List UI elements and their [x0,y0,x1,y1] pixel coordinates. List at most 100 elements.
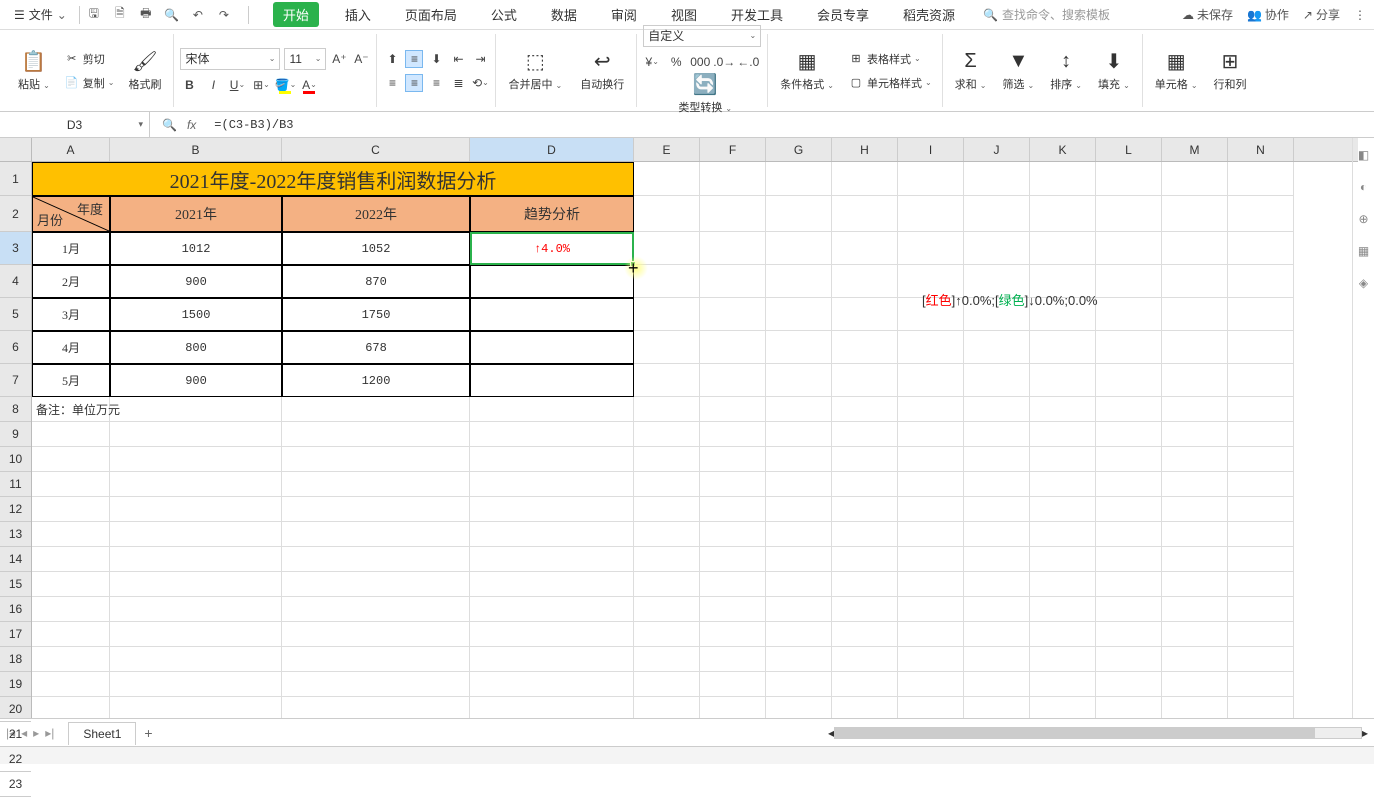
search-command[interactable]: 🔍 查找命令、搜索模板 [983,6,1110,23]
align-top-icon[interactable]: ⬆ [383,50,401,68]
cell[interactable] [832,298,898,331]
cell[interactable] [700,447,766,472]
cell[interactable] [766,647,832,672]
row-header[interactable]: 12 [0,497,31,522]
cell[interactable] [1030,522,1096,547]
cell[interactable] [1162,597,1228,622]
cell[interactable] [1162,697,1228,718]
file-menu[interactable]: ☰文件⌄ [8,4,73,25]
cell[interactable] [700,622,766,647]
cell[interactable] [32,547,110,572]
cell[interactable] [1228,622,1294,647]
cell[interactable] [634,672,700,697]
cell[interactable]: 备注：单位万元 [32,397,110,422]
cell[interactable] [766,697,832,718]
row-header[interactable]: 1 [0,162,31,196]
cell[interactable] [832,447,898,472]
row-header[interactable]: 22 [0,747,31,772]
cell[interactable] [1096,497,1162,522]
col-header-l[interactable]: L [1096,138,1162,161]
cell[interactable] [110,622,282,647]
cell[interactable] [1030,597,1096,622]
font-name-select[interactable]: 宋体⌄ [180,48,280,70]
grid[interactable]: 2021年度-2022年度销售利润数据分析年度月份2021年2022年趋势分析1… [32,162,1358,718]
col-header-j[interactable]: J [964,138,1030,161]
cell[interactable] [634,647,700,672]
cell[interactable] [1096,472,1162,497]
redo-icon[interactable]: ↷ [216,7,232,23]
cell[interactable] [32,672,110,697]
col-header-i[interactable]: I [898,138,964,161]
cell[interactable] [964,364,1030,397]
chevron-down-icon[interactable]: ▾ [138,119,143,130]
cell[interactable] [470,298,634,331]
cell[interactable] [282,597,470,622]
nav-last-icon[interactable]: ▸| [45,726,54,740]
cell[interactable] [634,298,700,331]
cell[interactable] [766,472,832,497]
coop-button[interactable]: 👥协作 [1247,6,1289,23]
tab-insert[interactable]: 插入 [337,1,379,28]
decrease-decimal-icon[interactable]: ←.0 [739,53,757,71]
cell[interactable] [1228,472,1294,497]
cell[interactable] [1030,364,1096,397]
cell[interactable] [470,447,634,472]
indent-decrease-icon[interactable]: ⇤ [449,50,467,68]
cell[interactable] [700,472,766,497]
cell[interactable]: 1500 [110,298,282,331]
cell[interactable] [32,622,110,647]
col-header-a[interactable]: A [32,138,110,161]
unsaved-indicator[interactable]: ☁未保存 [1182,6,1233,23]
cell[interactable] [898,232,964,265]
cell[interactable] [470,572,634,597]
row-header[interactable]: 17 [0,622,31,647]
cell[interactable]: 1052 [282,232,470,265]
cell[interactable] [1228,298,1294,331]
col-header-e[interactable]: E [634,138,700,161]
cell[interactable] [634,331,700,364]
font-color-icon[interactable]: A⌄ [300,76,318,94]
cell[interactable] [634,397,700,422]
cell[interactable]: 3月 [32,298,110,331]
cell[interactable] [898,572,964,597]
cell[interactable] [898,672,964,697]
cell[interactable] [470,697,634,718]
cell[interactable] [898,472,964,497]
cell[interactable] [1228,697,1294,718]
cell[interactable] [1096,331,1162,364]
cell[interactable] [110,522,282,547]
cell[interactable]: 趋势分析 [470,196,634,232]
select-all-corner[interactable] [0,138,32,162]
cell[interactable] [1228,572,1294,597]
cell[interactable] [1162,265,1228,298]
cell[interactable] [700,397,766,422]
side-icon[interactable]: ⊕ [1358,212,1368,226]
cell[interactable] [1228,447,1294,472]
tab-data[interactable]: 数据 [543,1,585,28]
cell[interactable] [1162,472,1228,497]
cell[interactable] [634,497,700,522]
cell[interactable]: 900 [110,265,282,298]
cell[interactable] [1030,672,1096,697]
save-icon[interactable]: 🖫 [86,7,102,23]
cell[interactable] [766,196,832,232]
cell[interactable] [1096,364,1162,397]
cell[interactable] [470,422,634,447]
cell[interactable] [964,196,1030,232]
cell[interactable] [964,597,1030,622]
cell[interactable] [470,397,634,422]
side-icon[interactable]: ◐ [1360,180,1367,194]
cell[interactable] [110,447,282,472]
cell[interactable] [1030,472,1096,497]
cell[interactable]: 2021年度-2022年度销售利润数据分析 [32,162,634,196]
cell[interactable] [634,697,700,718]
cell[interactable] [832,422,898,447]
cell[interactable] [766,522,832,547]
side-icon[interactable]: ◈ [1359,276,1368,290]
cell[interactable] [1162,422,1228,447]
cell[interactable] [1096,597,1162,622]
underline-icon[interactable]: U⌄ [228,76,246,94]
cell-style-button[interactable]: ▢单元格样式⌄ [844,73,936,93]
cell[interactable] [470,672,634,697]
cell[interactable] [964,522,1030,547]
